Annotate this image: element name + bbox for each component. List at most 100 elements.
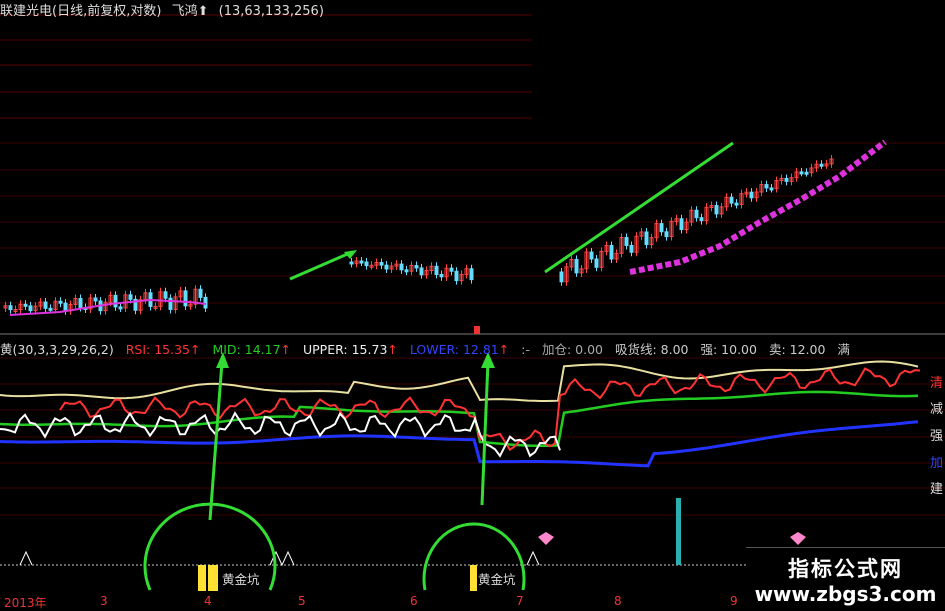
up-arrow-small-icon: ⬆ (197, 4, 209, 19)
candle (804, 171, 809, 175)
candle (469, 268, 474, 281)
candle (183, 290, 188, 307)
side-label-jia: 加 (929, 456, 943, 471)
lower-band-line (0, 420, 919, 468)
indicator-bar: 黄(30,3,3,29,26,2) RSI: 15.35↑ MID: 14.17… (0, 339, 858, 358)
candle (8, 305, 13, 311)
candle (434, 265, 439, 276)
separator: :- (521, 342, 530, 357)
candle (48, 307, 53, 311)
axis-label: 2013年 (4, 596, 47, 610)
axis-label: 8 (614, 594, 622, 608)
candle (714, 205, 719, 215)
candle (118, 306, 123, 310)
signal-spike-3 (526, 550, 540, 566)
candle (364, 261, 369, 267)
diamond-icon (538, 532, 554, 545)
watermark-title: 指标公式网 (788, 557, 903, 581)
up-arrow-2 (480, 352, 495, 506)
gold-pit-label-1: 黄金坑 (222, 572, 260, 587)
candle (449, 267, 454, 272)
axis-label: 7 (516, 594, 524, 608)
buy-bar-2 (208, 565, 218, 591)
buy-bar-3 (470, 565, 477, 591)
upper-value: UPPER: 15.73 (303, 342, 388, 357)
diamond-icon (790, 532, 806, 545)
chart-canvas[interactable] (0, 0, 945, 609)
price-candles (3, 154, 834, 315)
chart-period: (日线,前复权,对数) (52, 4, 162, 19)
lower-value: LOWER: 12.81 (409, 342, 499, 357)
candle (359, 260, 364, 264)
candle (799, 171, 804, 175)
indicator-name: 飞鸿 (171, 4, 198, 19)
indicator-label: 黄 (0, 342, 13, 357)
gold-pit-label-2: 黄金坑 (478, 572, 516, 587)
candle (784, 177, 789, 182)
up-arrow-1 (208, 352, 229, 521)
candle (729, 196, 734, 204)
candle (163, 291, 168, 299)
candle (58, 300, 63, 304)
candle (694, 209, 699, 219)
jiacang-value: 加仓: 0.00 (541, 342, 603, 357)
candle (384, 264, 389, 270)
side-label-qiang: 强 (929, 429, 943, 444)
side-label-jian: 减 (929, 402, 943, 417)
candle (78, 298, 83, 308)
candle (93, 297, 98, 302)
candle (28, 305, 33, 312)
candle (128, 294, 133, 300)
qiang-value: 强: 10.00 (700, 342, 757, 357)
candle (624, 237, 629, 246)
candle (198, 288, 203, 298)
buy-bar-1 (198, 565, 206, 591)
candle (749, 191, 754, 199)
mid-value: MID: 14.17 (212, 342, 281, 357)
candle (113, 294, 118, 308)
axis-label: 9 (730, 594, 738, 608)
candle (454, 270, 459, 282)
mai-value: 卖: 12.00 (768, 342, 826, 357)
edge-label: 满 (837, 342, 850, 357)
axis-label: 6 (410, 594, 418, 608)
candle (699, 217, 704, 222)
candle (168, 297, 173, 310)
candle (399, 263, 404, 271)
lower-up-icon: ↑ (498, 342, 510, 357)
candle (419, 267, 424, 276)
candle (439, 274, 444, 278)
candle (659, 223, 664, 233)
candle (679, 218, 684, 231)
candle (644, 231, 649, 246)
candle (769, 187, 774, 191)
side-label-qing: 清 (929, 376, 943, 391)
mid-up-icon: ↑ (280, 342, 292, 357)
candle (43, 301, 48, 309)
candle (819, 163, 824, 167)
side-label-jian2: 建 (929, 482, 943, 497)
candle (203, 296, 208, 309)
candle (609, 244, 614, 260)
upper-band-line (0, 360, 919, 402)
rsi-up-icon: ↑ (189, 342, 201, 357)
cyan-bar (676, 498, 681, 565)
indicator-title: 黄(30,3,3,29,26,2) (0, 342, 114, 357)
candle (664, 231, 669, 238)
candle (404, 269, 409, 273)
chart-header: 联建光电(日线,前复权,对数) 飞鸿⬆ (13,63,133,256) (0, 0, 330, 19)
candle (379, 262, 384, 266)
watermark-url: www.zbgs3.com (754, 582, 937, 606)
candle (594, 258, 599, 268)
candle (349, 261, 354, 265)
stock-name[interactable]: 联建光电 (0, 4, 52, 19)
signal-spike-1 (19, 550, 33, 566)
candle (559, 271, 564, 283)
mid-band-line (0, 390, 919, 448)
candle (764, 184, 769, 189)
trend-arrow-1 (289, 250, 357, 281)
indicator-params: (13,63,133,256) (218, 4, 324, 19)
axis-label: 3 (100, 594, 108, 608)
candle (589, 251, 594, 260)
candle (734, 202, 739, 206)
